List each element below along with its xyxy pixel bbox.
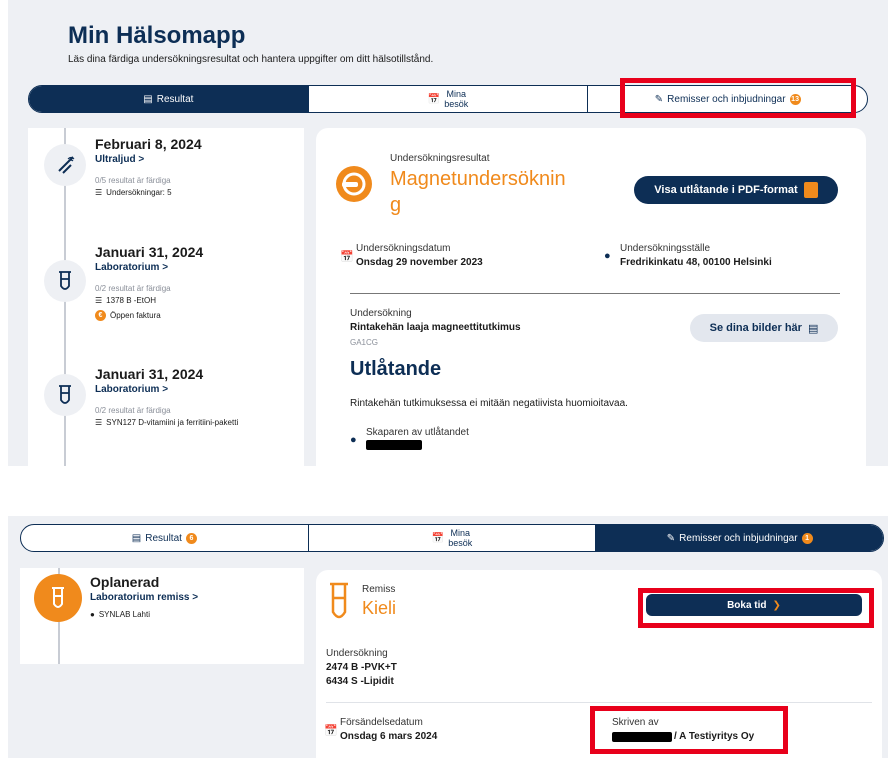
timeline-info: ☰ 1378 B -EtOH xyxy=(95,296,156,305)
timeline-date: Oplanerad xyxy=(90,574,160,590)
mri-icon xyxy=(336,166,372,202)
referral-type-label: Remiss xyxy=(362,584,396,595)
location-pin-icon: ● xyxy=(604,250,611,262)
timeline-panel: Februari 8, 2024 Ultraljud > 0/5 resulta… xyxy=(28,128,304,466)
test-tube-icon xyxy=(34,574,82,622)
test-tube-icon xyxy=(44,374,86,416)
exam-place-label: Undersökningsställe xyxy=(620,243,711,254)
timeline-date: Januari 31, 2024 xyxy=(95,244,204,260)
exam-value: Rintakehän laaja magneettitutkimus xyxy=(350,322,521,333)
referral-icon: ✎ xyxy=(666,532,676,544)
timeline-category-link[interactable]: Laboratorium > xyxy=(95,384,168,395)
timeline-status: 0/2 resultat är färdiga xyxy=(95,406,171,415)
top-screenshot-panel: Min Hälsomapp Läs dina färdiga undersökn… xyxy=(8,0,888,466)
result-type-label: Undersökningsresultat xyxy=(390,153,490,164)
timeline-panel: Oplanerad Laboratorium remiss > ● SYNLAB … xyxy=(20,568,304,664)
highlight-box-remisser-tab xyxy=(620,78,856,118)
user-icon: ● xyxy=(350,434,357,446)
ultrasound-icon xyxy=(44,144,86,186)
pdf-report-button[interactable]: Visa utlåtande i PDF-format xyxy=(634,176,838,204)
timeline-location: ● SYNLAB Lahti xyxy=(90,610,150,619)
results-count-badge: 6 xyxy=(185,532,197,544)
result-detail-card: Undersökningsresultat Magnetundersöknin g… xyxy=(316,128,866,466)
results-icon: ▤ xyxy=(143,93,153,105)
highlight-box-book-button xyxy=(638,588,874,628)
test-tube-icon xyxy=(44,260,86,302)
referral-title: Kieli xyxy=(362,598,397,618)
statement-text: Rintakehän tutkimuksessa ei mitään negat… xyxy=(350,398,628,409)
tab-bar: ▤ Resultat 6 📅 Mina besök ✎ Remisser och … xyxy=(20,524,884,552)
calendar-icon: 📅 xyxy=(427,93,441,105)
tab-mina-besok[interactable]: 📅 Mina besök xyxy=(309,86,589,112)
page-subtitle: Läs dina färdiga undersökningsresultat o… xyxy=(68,54,434,65)
timeline-info: ☰ Undersökningar: 5 xyxy=(95,188,172,197)
image-icon: ▤ xyxy=(807,322,819,335)
sent-date-value: Onsdag 6 mars 2024 xyxy=(340,731,438,742)
timeline-date: Januari 31, 2024 xyxy=(95,366,204,382)
calendar-icon: 📅 xyxy=(324,725,338,737)
list-icon: ☰ xyxy=(95,418,103,427)
sent-date-label: Försändelsedatum xyxy=(340,717,423,728)
exam-label: Undersökning xyxy=(350,308,412,319)
exam-code: GA1CG xyxy=(350,338,379,347)
exam-place-value: Fredrikinkatu 48, 00100 Helsinki xyxy=(620,257,772,268)
exam-line-2: 6434 S -Lipidit xyxy=(326,676,394,687)
view-images-button[interactable]: Se dina bilder här ▤ xyxy=(690,314,838,342)
exam-line-1: 2474 B -PVK+T xyxy=(326,662,397,673)
test-tube-icon xyxy=(328,582,350,627)
timeline-info: ☰ SYN127 D-vitamiini ja ferritiini-pakett… xyxy=(95,418,239,427)
results-icon: ▤ xyxy=(131,532,142,544)
calendar-icon: 📅 xyxy=(431,532,445,544)
tab-remisser[interactable]: ✎ Remisser och inbjudningar 1 xyxy=(596,525,883,551)
statement-heading: Utlåtande xyxy=(350,358,442,380)
exam-date-value: Onsdag 29 november 2023 xyxy=(356,257,483,268)
timeline-date: Februari 8, 2024 xyxy=(95,136,202,152)
tab-mina-besok[interactable]: 📅 Mina besök xyxy=(309,525,597,551)
timeline-status: 0/5 resultat är färdiga xyxy=(95,176,171,185)
result-title: Magnetundersöknin g xyxy=(390,168,566,216)
tab-resultat[interactable]: ▤ Resultat 6 xyxy=(21,525,309,551)
author-label: Skaparen av utlåtandet xyxy=(366,427,469,438)
highlight-box-written-by xyxy=(590,706,788,754)
divider xyxy=(350,293,840,294)
euro-icon: € xyxy=(95,310,106,321)
timeline-category-link[interactable]: Laboratorium remiss > xyxy=(90,592,198,603)
tab-resultat[interactable]: ▤ Resultat xyxy=(29,86,309,112)
page-title: Min Hälsomapp xyxy=(68,22,246,49)
open-invoice-badge[interactable]: € Öppen faktura xyxy=(95,310,161,321)
list-icon: ☰ xyxy=(95,296,103,305)
list-icon: ☰ xyxy=(95,188,103,197)
timeline-status: 0/2 resultat är färdiga xyxy=(95,284,171,293)
divider xyxy=(326,702,872,703)
bottom-screenshot-panel: ▤ Resultat 6 📅 Mina besök ✎ Remisser och … xyxy=(8,516,888,758)
timeline-category-link[interactable]: Laboratorium > xyxy=(95,262,168,273)
timeline-category-link[interactable]: Ultraljud > xyxy=(95,154,144,165)
referral-count-badge: 1 xyxy=(801,532,813,544)
location-pin-icon: ● xyxy=(90,610,95,619)
exam-date-label: Undersökningsdatum xyxy=(356,243,451,254)
redacted-author xyxy=(366,440,422,450)
exam-label: Undersökning xyxy=(326,648,388,659)
pdf-icon xyxy=(803,182,818,198)
calendar-icon: 📅 xyxy=(340,251,354,263)
